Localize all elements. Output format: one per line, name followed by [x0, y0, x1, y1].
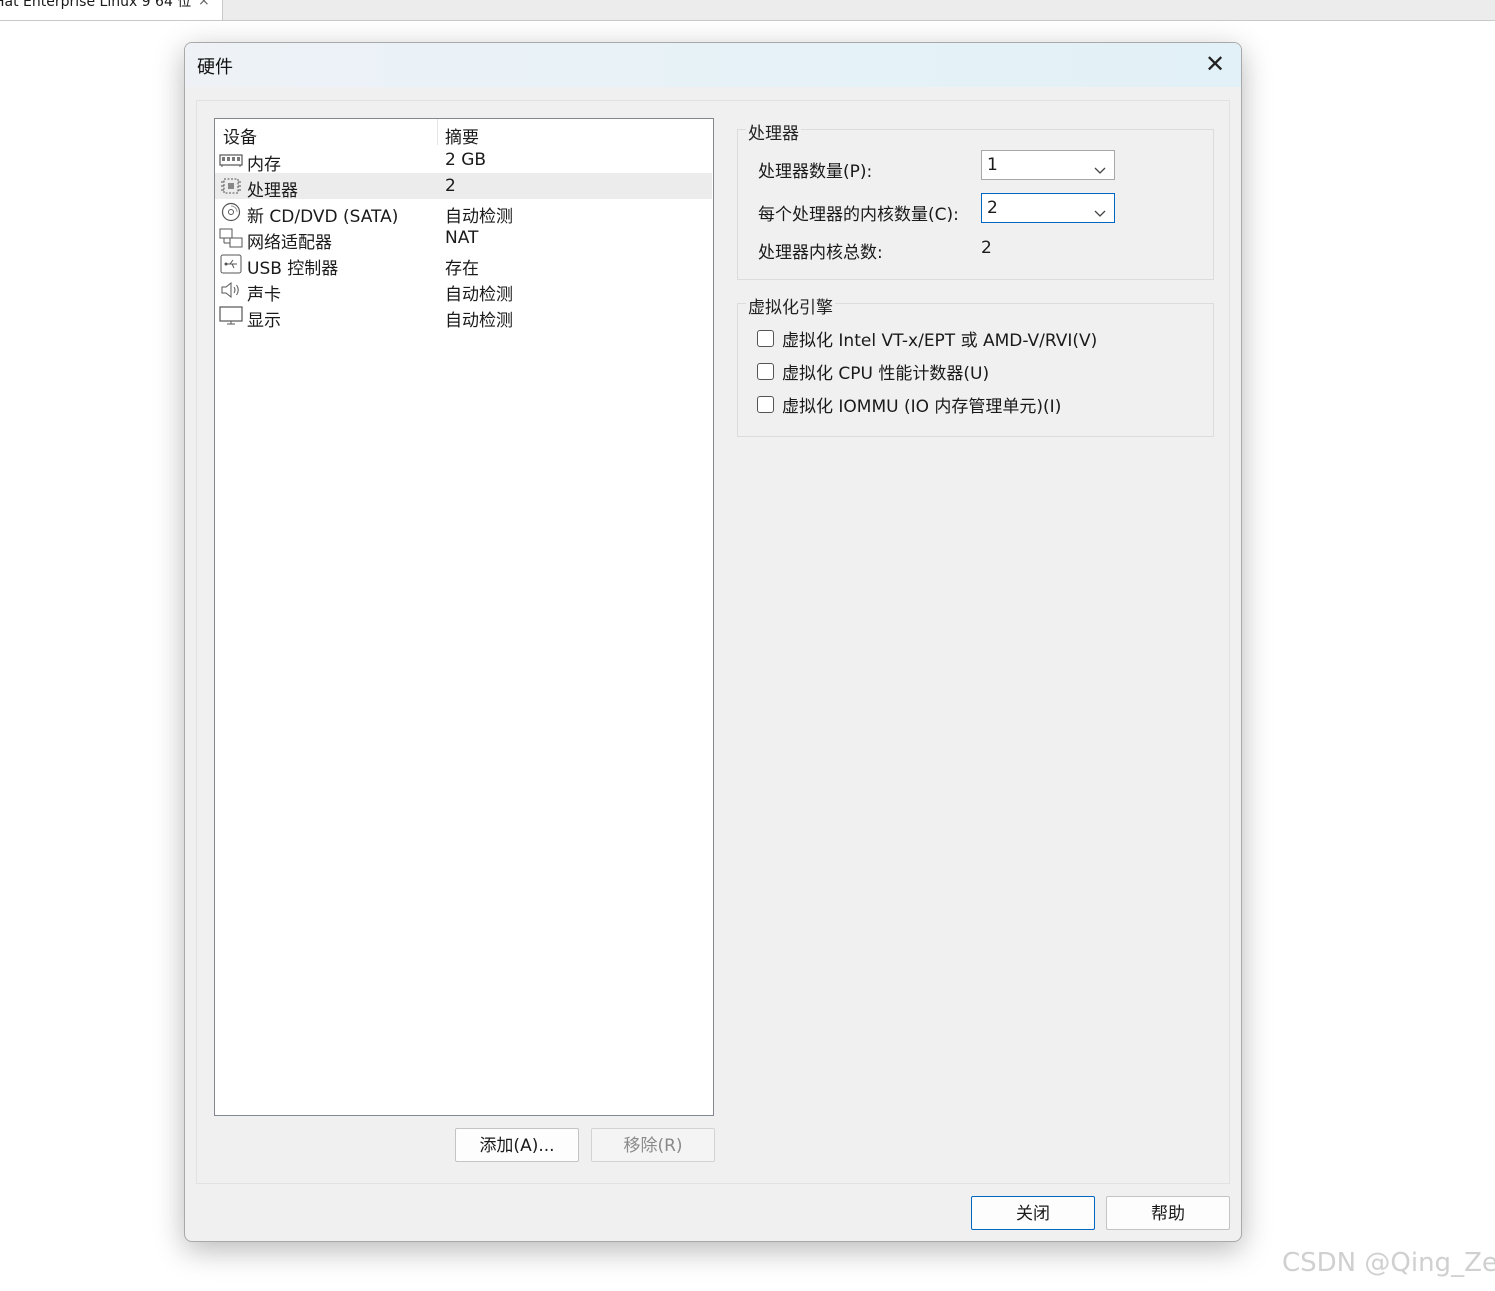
column-header-summary[interactable]: 摘要	[445, 123, 479, 148]
background-vm-tab[interactable]: Hat Enterprise Linux 9 64 位 ×	[0, 0, 223, 20]
device-row-cd-dvd[interactable]: 新 CD/DVD (SATA) 自动检测	[215, 199, 712, 227]
checkbox-box[interactable]	[757, 396, 774, 413]
processor-count-value: 1	[987, 155, 998, 175]
watermark: CSDN @Qing_Ze	[1282, 1248, 1495, 1278]
device-name: 内存	[247, 155, 281, 175]
column-divider[interactable]	[437, 119, 438, 145]
add-device-button[interactable]: 添加(A)...	[455, 1128, 579, 1162]
device-list-header: 设备 摘要	[215, 119, 713, 148]
device-name: 处理器	[247, 181, 298, 201]
processor-count-select[interactable]: 1	[981, 150, 1115, 180]
device-name: 显示	[247, 311, 281, 331]
processor-group-title: 处理器	[746, 119, 801, 144]
remove-device-button[interactable]: 移除(R)	[591, 1128, 715, 1162]
device-row-display[interactable]: 显示 自动检测	[215, 303, 712, 331]
cores-per-processor-value: 2	[987, 198, 998, 218]
device-summary: NAT	[445, 228, 479, 248]
dialog-title: 硬件	[197, 57, 233, 78]
help-button[interactable]: 帮助	[1106, 1196, 1230, 1230]
tab-close-icon[interactable]: ×	[198, 0, 210, 8]
checkbox-label: 虚拟化 IOMMU (IO 内存管理单元)(I)	[782, 397, 1062, 417]
close-icon[interactable]: ✕	[1199, 49, 1231, 81]
memory-icon	[219, 150, 243, 170]
device-summary: 自动检测	[445, 207, 513, 227]
virtualize-cpu-counters-checkbox[interactable]: 虚拟化 CPU 性能计数器(U)	[757, 359, 989, 384]
chevron-down-icon	[1094, 203, 1106, 217]
hardware-dialog: 硬件 ✕ 设备 摘要 内存 2 GB 处理器 2 新 CD/DVD (SATA)…	[184, 42, 1242, 1242]
device-list[interactable]: 设备 摘要 内存 2 GB 处理器 2 新 CD/DVD (SATA) 自动检测…	[214, 118, 714, 1116]
device-name: USB 控制器	[247, 259, 339, 279]
virtualization-group: 虚拟化引擎 虚拟化 Intel VT-x/EPT 或 AMD-V/RVI(V) …	[737, 293, 1214, 437]
virtualize-iommu-checkbox[interactable]: 虚拟化 IOMMU (IO 内存管理单元)(I)	[757, 392, 1061, 417]
device-summary: 自动检测	[445, 285, 513, 305]
device-summary: 2	[445, 176, 456, 196]
usb-controller-icon	[219, 254, 243, 274]
sound-card-icon	[219, 280, 243, 300]
device-row-network-adapter[interactable]: 网络适配器 NAT	[215, 225, 712, 253]
virtualize-vtx-checkbox[interactable]: 虚拟化 Intel VT-x/EPT 或 AMD-V/RVI(V)	[757, 326, 1097, 351]
checkbox-box[interactable]	[757, 330, 774, 347]
cores-per-processor-label: 每个处理器的内核数量(C):	[758, 205, 959, 225]
close-button[interactable]: 关闭	[971, 1196, 1095, 1230]
total-cores-label: 处理器内核总数:	[758, 243, 883, 263]
checkbox-label: 虚拟化 Intel VT-x/EPT 或 AMD-V/RVI(V)	[782, 331, 1098, 351]
device-row-memory[interactable]: 内存 2 GB	[215, 147, 712, 175]
virtualization-group-title: 虚拟化引擎	[746, 293, 835, 318]
column-header-device[interactable]: 设备	[223, 123, 257, 148]
checkbox-label: 虚拟化 CPU 性能计数器(U)	[782, 364, 990, 384]
dialog-content-panel: 设备 摘要 内存 2 GB 处理器 2 新 CD/DVD (SATA) 自动检测…	[196, 100, 1230, 1184]
device-row-usb-controller[interactable]: USB 控制器 存在	[215, 251, 712, 279]
total-cores-value: 2	[981, 238, 992, 258]
processor-count-label: 处理器数量(P):	[758, 162, 873, 182]
cores-per-processor-select[interactable]: 2	[981, 193, 1115, 223]
device-name: 网络适配器	[247, 233, 332, 253]
background-tab-label: Hat Enterprise Linux 9 64 位	[0, 0, 192, 10]
device-summary: 2 GB	[445, 150, 487, 170]
device-row-sound-card[interactable]: 声卡 自动检测	[215, 277, 712, 305]
device-summary: 自动检测	[445, 311, 513, 331]
processor-group: 处理器 处理器数量(P): 1 每个处理器的内核数量(C): 2 处理器内核总数…	[737, 119, 1214, 280]
checkbox-box[interactable]	[757, 363, 774, 380]
device-name: 新 CD/DVD (SATA)	[247, 207, 399, 227]
display-icon	[219, 306, 243, 326]
device-summary: 存在	[445, 259, 479, 279]
background-tab-bar: Hat Enterprise Linux 9 64 位 ×	[0, 0, 1495, 21]
cd-dvd-icon	[219, 202, 243, 222]
chevron-down-icon	[1094, 160, 1106, 174]
processor-icon	[219, 176, 243, 196]
dialog-titlebar: 硬件 ✕	[185, 43, 1241, 87]
network-adapter-icon	[219, 228, 243, 248]
device-name: 声卡	[247, 285, 281, 305]
device-row-processor[interactable]: 处理器 2	[215, 173, 712, 201]
